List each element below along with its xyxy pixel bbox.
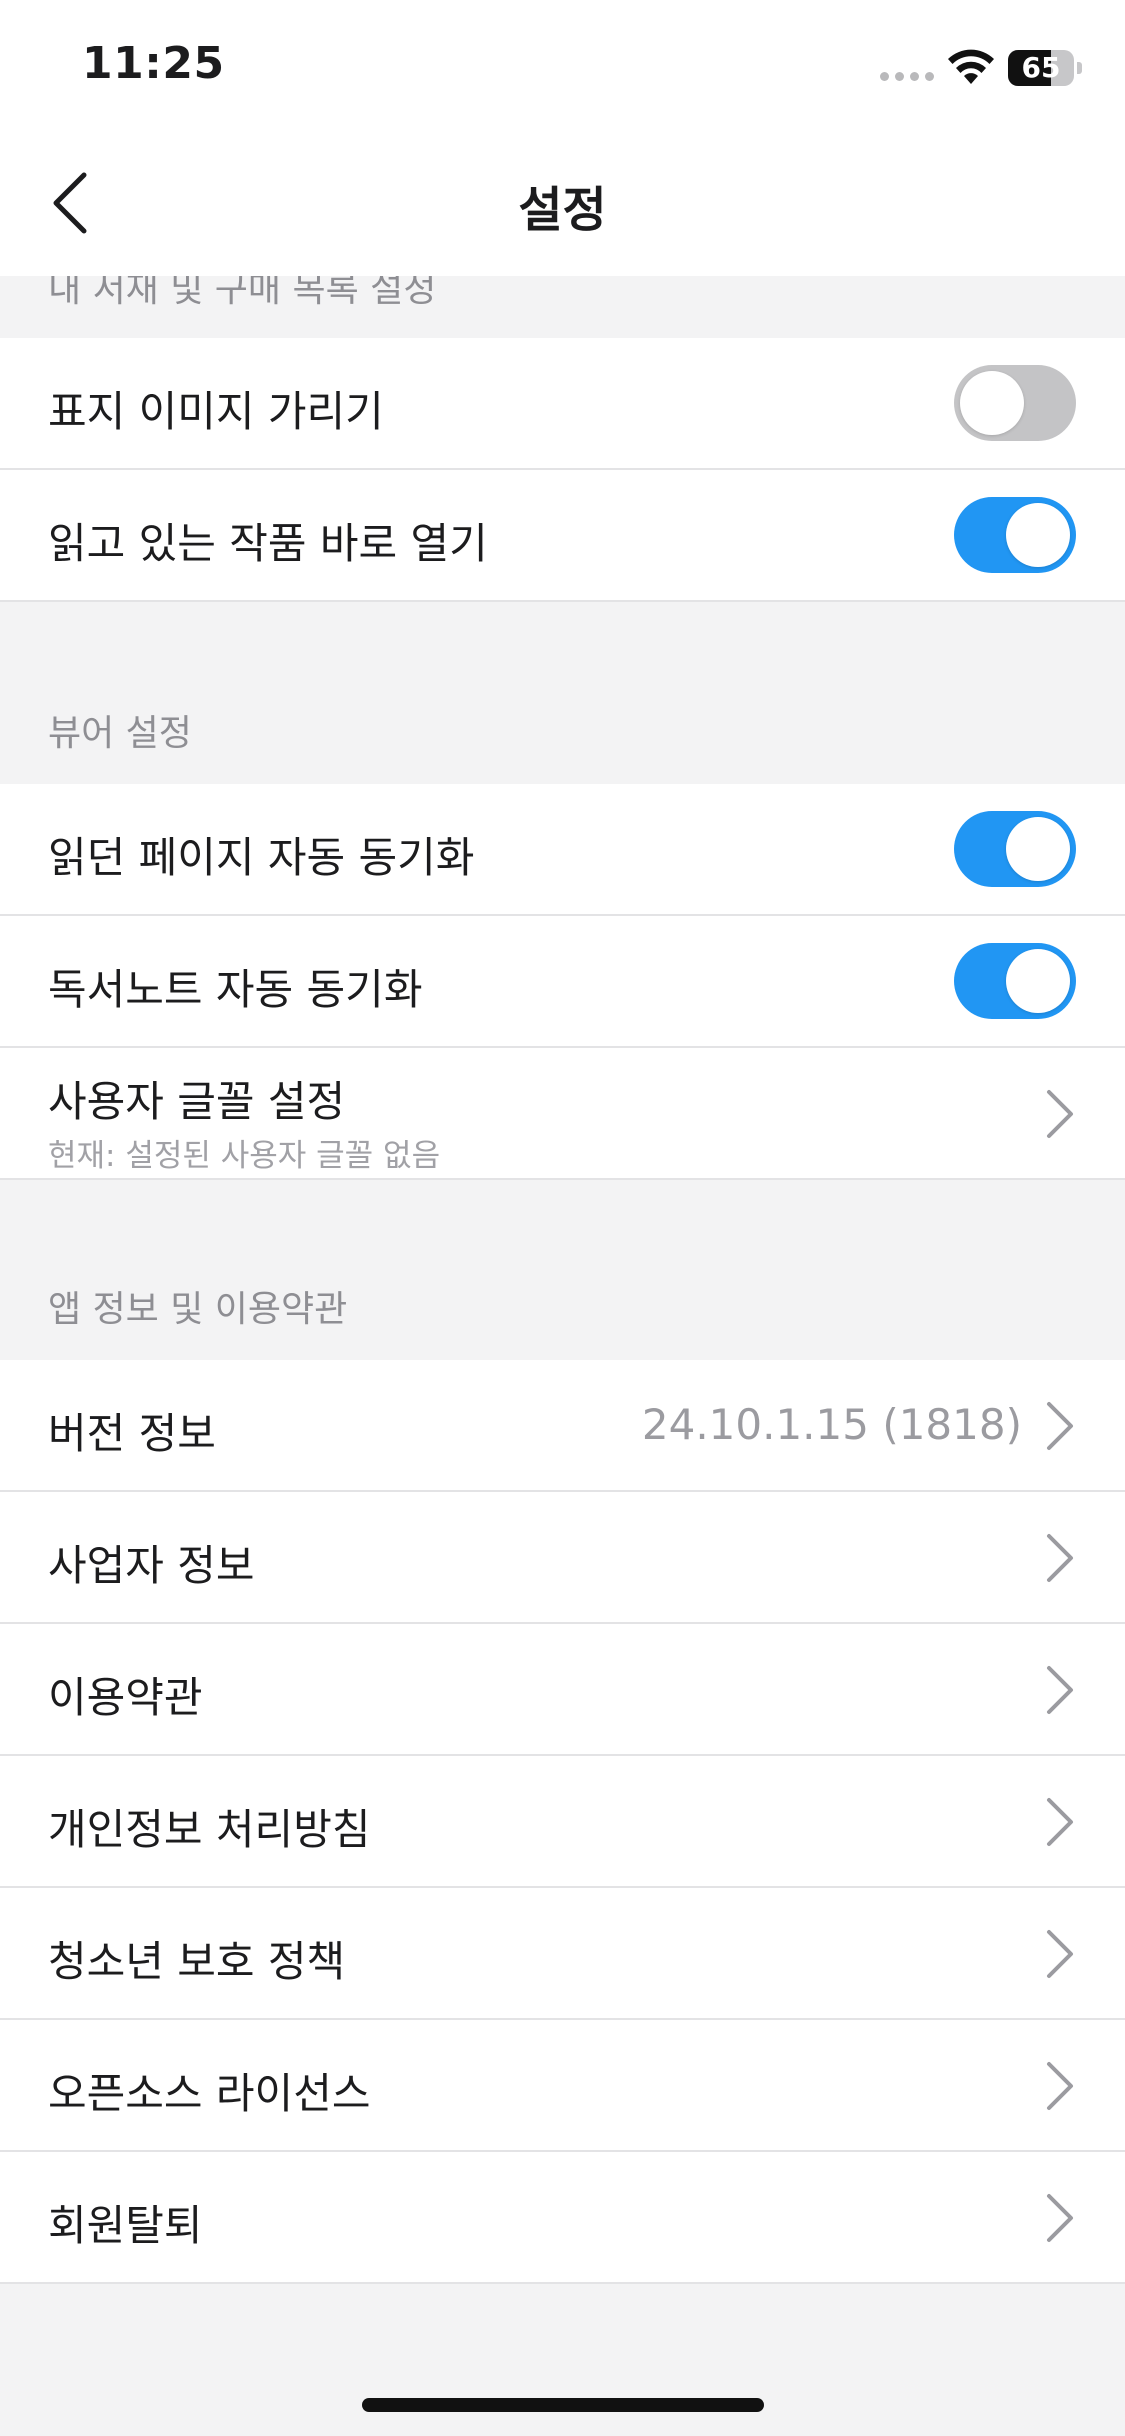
battery-cap bbox=[1077, 62, 1082, 74]
battery-icon: 65 bbox=[1008, 50, 1074, 86]
home-indicator bbox=[362, 2398, 764, 2412]
row-sublabel: 현재: 설정된 사용자 글꼴 없음 bbox=[48, 1138, 441, 1174]
row-label: 사업자 정보 bbox=[48, 1541, 255, 1590]
row-label: 버전 정보 bbox=[48, 1409, 216, 1458]
row-open-source-licenses[interactable]: 오픈소스 라이선스 bbox=[0, 2020, 1125, 2152]
row-label: 청소년 보호 정책 bbox=[48, 1937, 346, 1986]
sync-notes-toggle[interactable] bbox=[954, 943, 1076, 1019]
row-label: 사용자 글꼴 설정 bbox=[48, 1077, 346, 1126]
chevron-right-icon bbox=[1047, 2194, 1073, 2242]
row-label: 읽던 페이지 자동 동기화 bbox=[48, 833, 475, 882]
chevron-right-icon bbox=[1047, 1402, 1073, 1450]
sync-page-toggle[interactable] bbox=[954, 811, 1076, 887]
row-label: 이용약관 bbox=[48, 1673, 203, 1722]
hide-cover-toggle[interactable] bbox=[954, 365, 1076, 441]
row-version-info[interactable]: 버전 정보 24.10.1.15 (1818) bbox=[0, 1360, 1125, 1492]
wifi-icon bbox=[948, 49, 994, 84]
row-sync-reading-page: 읽던 페이지 자동 동기화 bbox=[0, 784, 1125, 916]
status-bar: 11:25 65 bbox=[0, 0, 1125, 130]
section-header-app-info: 앱 정보 및 이용약관 bbox=[0, 1180, 1125, 1362]
row-label: 표지 이미지 가리기 bbox=[48, 387, 384, 436]
navigation-bar: 설정 bbox=[0, 130, 1125, 276]
status-time: 11:25 bbox=[82, 38, 225, 89]
section-header-viewer: 뷰어 설정 bbox=[0, 602, 1125, 786]
row-custom-font[interactable]: 사용자 글꼴 설정 현재: 설정된 사용자 글꼴 없음 bbox=[0, 1048, 1125, 1180]
chevron-right-icon bbox=[1047, 2062, 1073, 2110]
chevron-right-icon bbox=[1047, 1930, 1073, 1978]
cellular-signal-icon bbox=[880, 72, 934, 81]
chevron-right-icon bbox=[1047, 1666, 1073, 1714]
open-reading-toggle[interactable] bbox=[954, 497, 1076, 573]
toggle-knob bbox=[1006, 949, 1070, 1013]
section-header-label: 앱 정보 및 이용약관 bbox=[48, 1289, 348, 1330]
row-business-info[interactable]: 사업자 정보 bbox=[0, 1492, 1125, 1624]
chevron-right-icon bbox=[1047, 1534, 1073, 1582]
toggle-knob bbox=[1006, 817, 1070, 881]
row-label: 독서노트 자동 동기화 bbox=[48, 965, 423, 1014]
row-privacy-policy[interactable]: 개인정보 처리방침 bbox=[0, 1756, 1125, 1888]
chevron-right-icon bbox=[1047, 1798, 1073, 1846]
toggle-knob bbox=[1006, 503, 1070, 567]
row-youth-protection-policy[interactable]: 청소년 보호 정책 bbox=[0, 1888, 1125, 2020]
version-value: 24.10.1.15 (1818) bbox=[641, 1400, 1022, 1449]
row-sync-reading-notes: 독서노트 자동 동기화 bbox=[0, 916, 1125, 1048]
battery-level: 65 bbox=[1021, 51, 1061, 84]
row-terms-of-use[interactable]: 이용약관 bbox=[0, 1624, 1125, 1756]
section-header-label: 뷰어 설정 bbox=[48, 713, 192, 754]
page-title: 설정 bbox=[518, 182, 607, 238]
chevron-right-icon bbox=[1047, 1090, 1073, 1138]
row-label: 개인정보 처리방침 bbox=[48, 1805, 371, 1854]
row-open-reading-directly: 읽고 있는 작품 바로 열기 bbox=[0, 470, 1125, 602]
row-label: 읽고 있는 작품 바로 열기 bbox=[48, 519, 488, 568]
row-delete-account[interactable]: 회원탈퇴 bbox=[0, 2152, 1125, 2284]
row-label: 오픈소스 라이선스 bbox=[48, 2069, 371, 2118]
row-label: 회원탈퇴 bbox=[48, 2201, 203, 2250]
row-hide-cover-images: 표지 이미지 가리기 bbox=[0, 338, 1125, 470]
toggle-knob bbox=[960, 371, 1024, 435]
